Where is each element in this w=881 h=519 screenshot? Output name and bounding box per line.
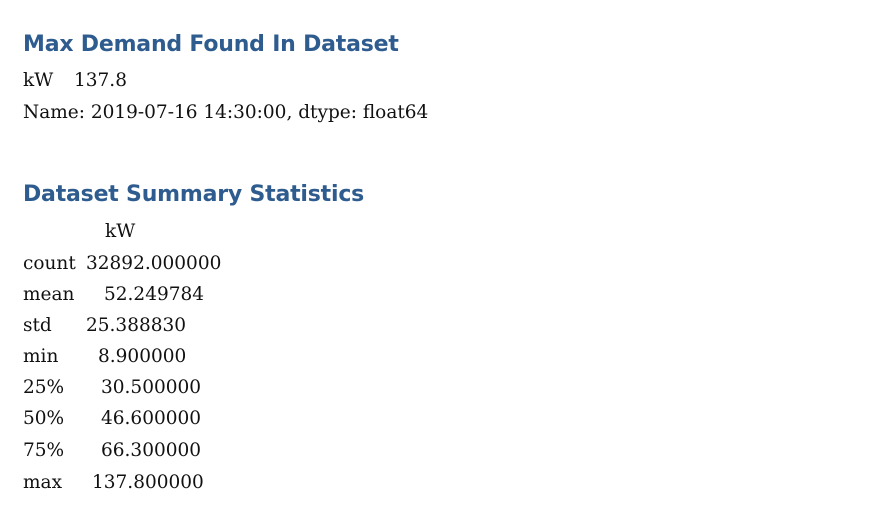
document-page: Max Demand Found In Dataset kW 137.8 Nam… — [23, 0, 881, 519]
stats-row-label: std — [23, 315, 52, 336]
max-demand-heading: Max Demand Found In Dataset — [23, 32, 399, 57]
stats-row-value: 8.900000 — [98, 346, 187, 367]
stats-row-label: 50% — [23, 408, 65, 429]
stats-row-label: 75% — [23, 440, 65, 461]
stats-row-label: 25% — [23, 377, 65, 398]
max-demand-value: 137.8 — [74, 70, 127, 91]
stats-row-value: 46.600000 — [101, 408, 202, 429]
stats-row-label: min — [23, 346, 59, 367]
max-demand-name-line: Name: 2019-07-16 14:30:00, dtype: float6… — [23, 102, 429, 123]
summary-stats-heading: Dataset Summary Statistics — [23, 182, 365, 207]
stats-row-value: 25.388830 — [86, 315, 187, 336]
stats-row-label: max — [23, 472, 63, 493]
stats-row-value: 137.800000 — [92, 472, 204, 493]
stats-row-label: mean — [23, 284, 75, 305]
stats-row-value: 52.249784 — [104, 284, 205, 305]
max-demand-label: kW — [23, 70, 54, 91]
stats-column-header: kW — [105, 221, 136, 242]
stats-row-value: 32892.000000 — [86, 253, 222, 274]
stats-row-value: 66.300000 — [101, 440, 202, 461]
stats-row-value: 30.500000 — [101, 377, 202, 398]
stats-row-label: count — [23, 253, 76, 274]
